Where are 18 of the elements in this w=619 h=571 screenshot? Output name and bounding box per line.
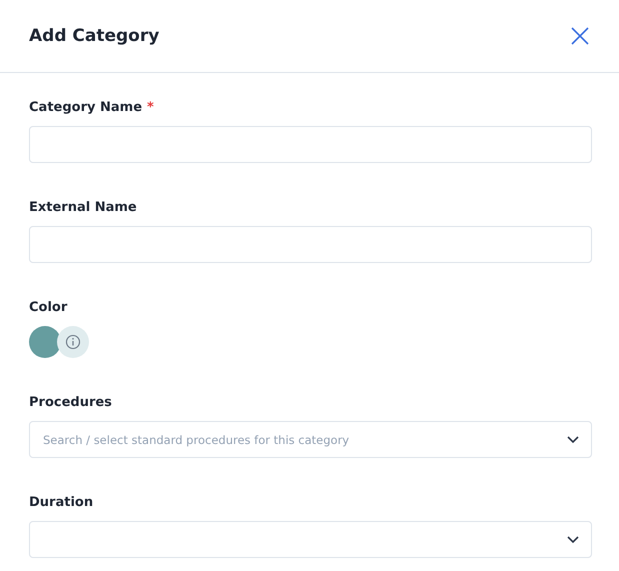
text-field[interactable] [29, 226, 592, 263]
field-label: Duration [29, 495, 94, 510]
field-label: Color [29, 300, 68, 315]
dropdown-field[interactable] [29, 521, 592, 558]
info-button[interactable] [57, 326, 89, 358]
dialog-title: Add Category [29, 26, 160, 46]
chevron-down-icon [567, 536, 579, 544]
placeholder-text: Search / select standard procedures for this category [43, 432, 350, 446]
info-icon [65, 334, 81, 350]
dropdown-field[interactable]: Search / select standard procedures for this category [29, 421, 592, 458]
required-mark: * [147, 100, 154, 115]
field-label: Procedures [29, 395, 112, 410]
close-button[interactable] [570, 26, 590, 46]
field-label: Category Name [29, 100, 142, 115]
field-label: External Name [29, 200, 137, 215]
text-field[interactable] [29, 126, 592, 163]
color-swatch[interactable] [29, 326, 61, 358]
chevron-down-icon [567, 436, 579, 444]
